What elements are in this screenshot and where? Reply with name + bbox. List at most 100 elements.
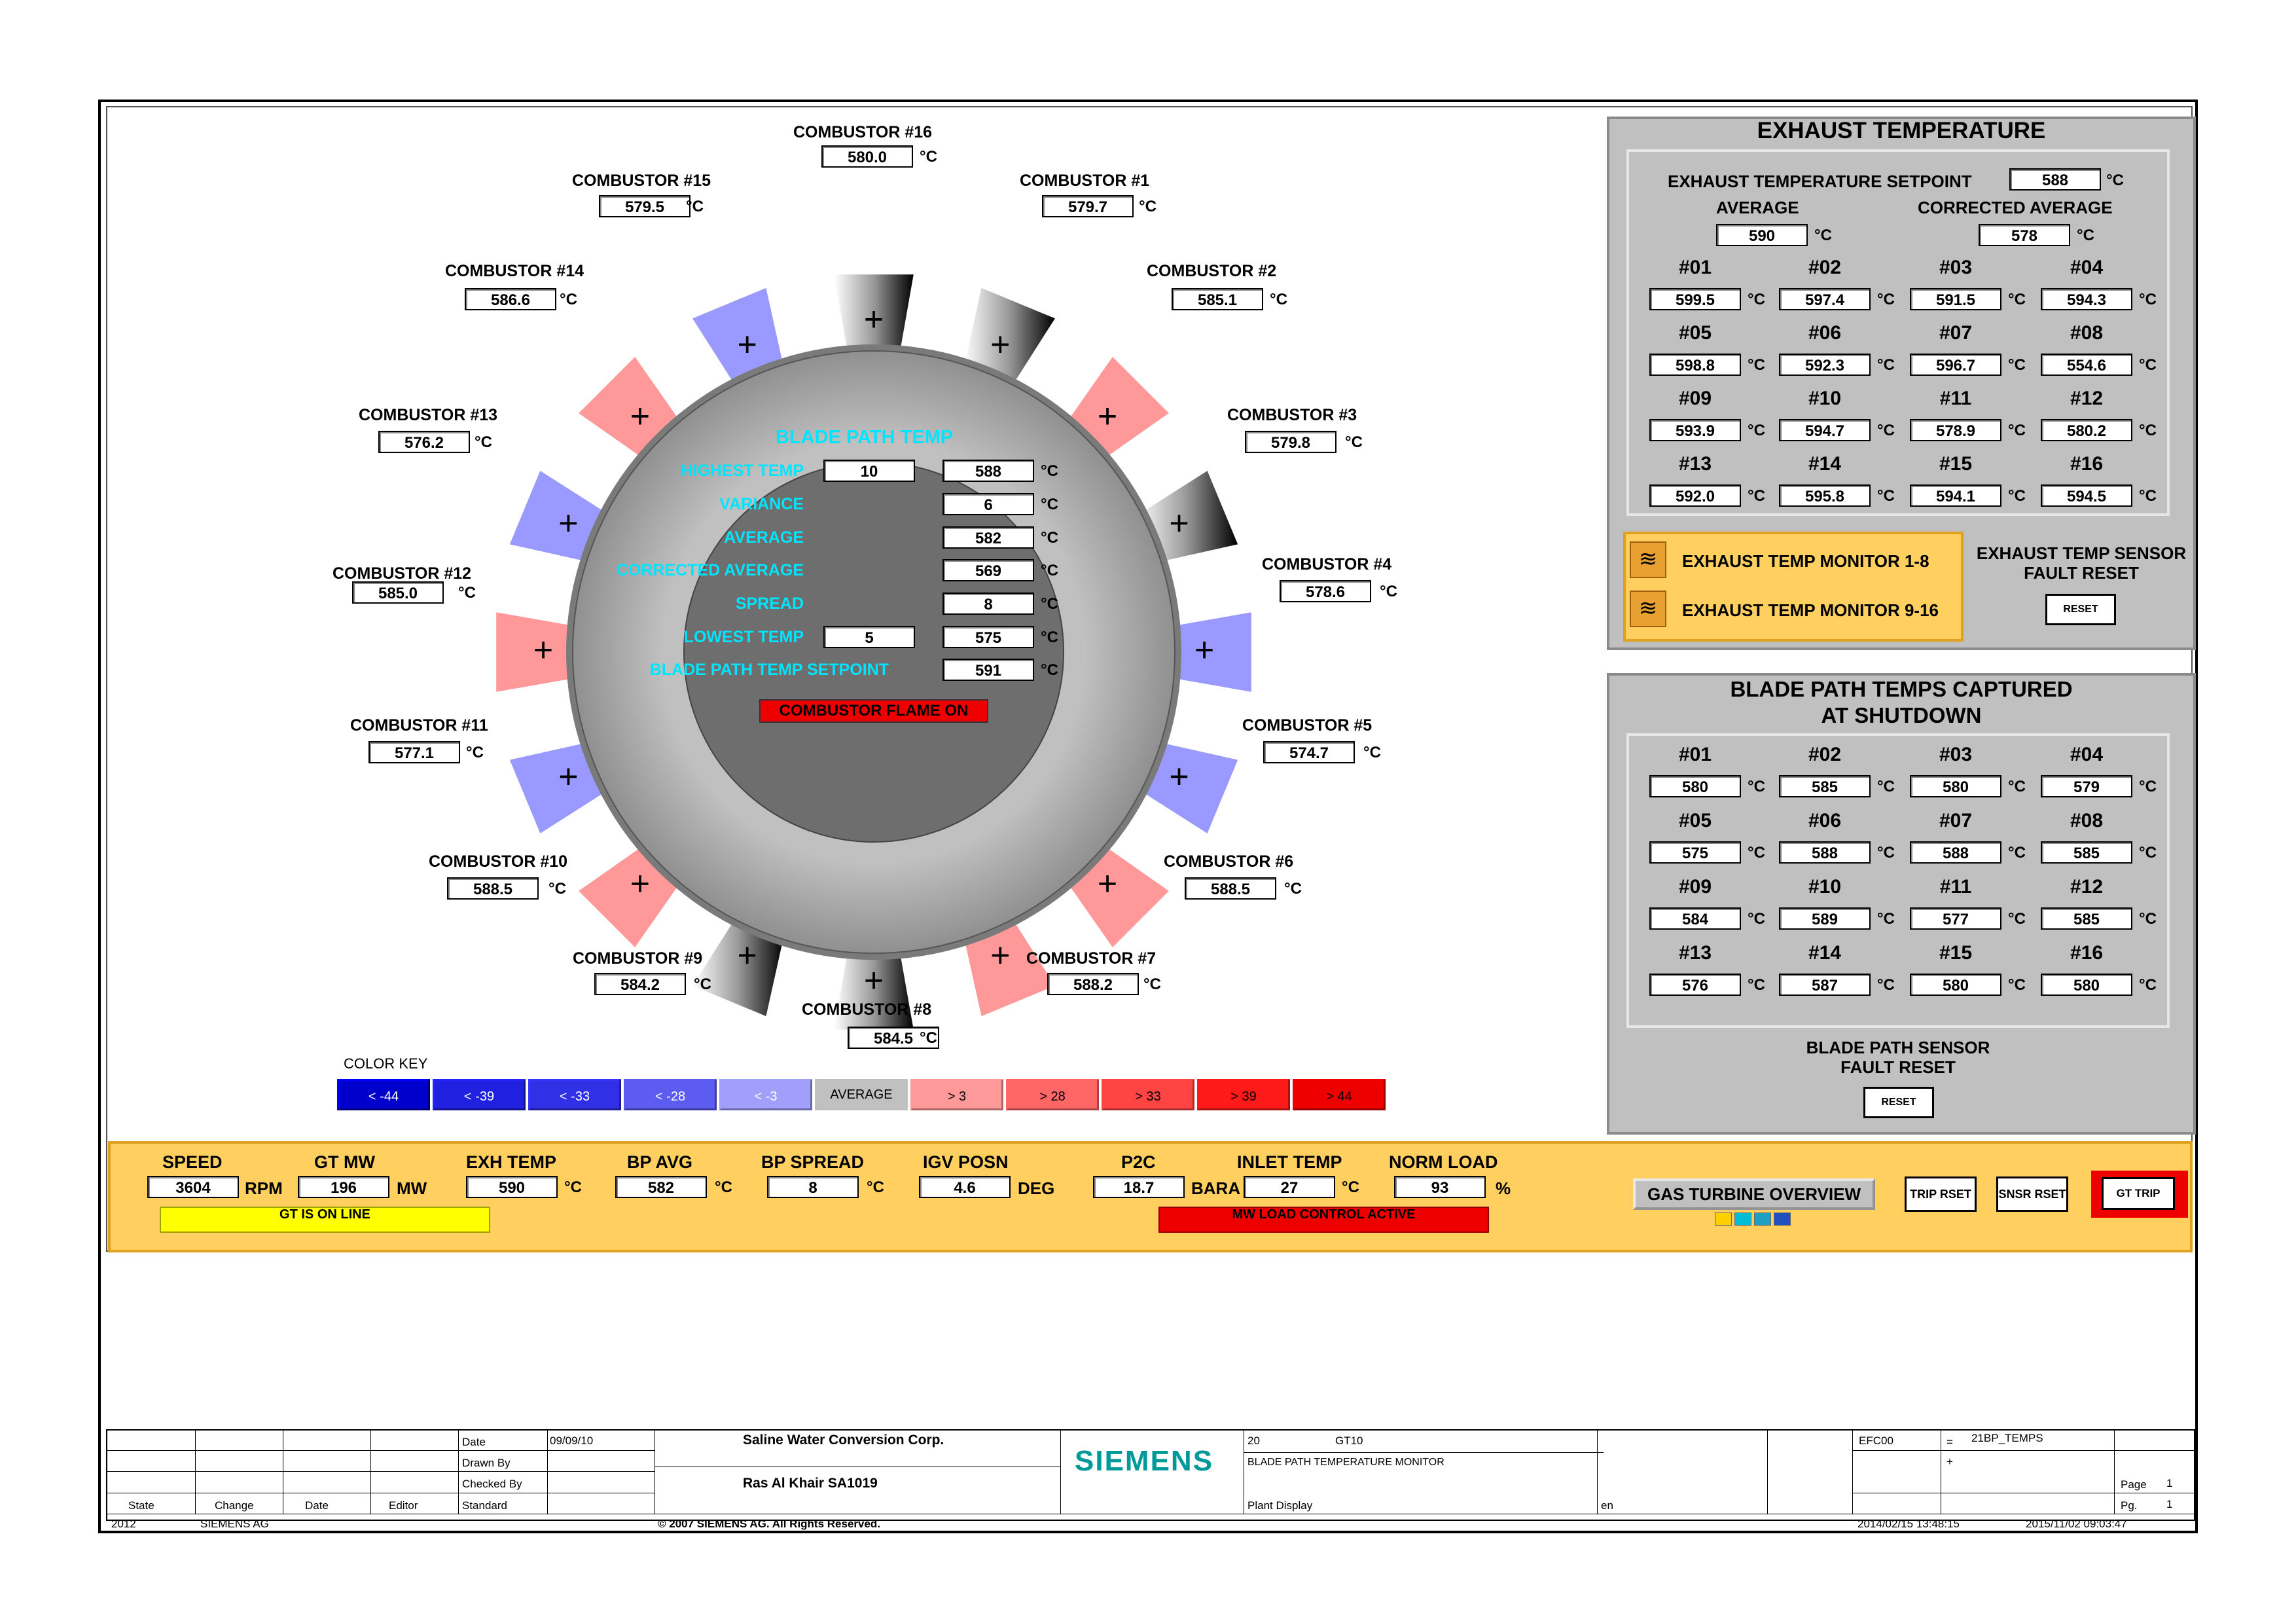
- channel-number: #09: [1678, 876, 1712, 898]
- channel-number: #16: [2070, 453, 2104, 475]
- crosshair-icon: +: [533, 631, 553, 669]
- spread-value: 8: [942, 593, 1034, 615]
- crosshair-icon: +: [1194, 631, 1214, 669]
- exhaust-average-label: AVERAGE: [1716, 198, 1799, 217]
- channel-number: #11: [1939, 876, 1972, 898]
- tb-change-label: Change: [215, 1499, 254, 1512]
- crosshair-icon: +: [558, 757, 578, 795]
- gt-mw-value: 196: [298, 1176, 389, 1198]
- igv-posn-unit: DEG: [1018, 1178, 1055, 1198]
- tb-plus: +: [1946, 1455, 1953, 1468]
- tb-drawn-label: Drawn By: [462, 1457, 511, 1469]
- combustor-label: COMBUSTOR #5: [1242, 716, 1372, 735]
- grid-line: [1852, 1450, 2195, 1451]
- channel-number: #05: [1678, 810, 1712, 831]
- channel-temp-value: 554.6: [2041, 354, 2132, 376]
- channel-temp-value: 591.5: [1910, 288, 2001, 310]
- nav-icon-teal[interactable]: [1754, 1213, 1771, 1226]
- igv-posn-value: 4.6: [919, 1176, 1011, 1198]
- channel-number: #08: [2070, 322, 2104, 344]
- exhaust-monitor-9-16-button[interactable]: ≋ EXHAUST TEMP MONITOR 9-16: [1630, 587, 1957, 633]
- color-key-item: < -33: [528, 1079, 621, 1110]
- exhaust-title: EXHAUST TEMPERATURE: [1757, 118, 2046, 143]
- sensor-reset-button[interactable]: SNSR RSET: [1996, 1176, 2068, 1212]
- unit-c: °C: [2139, 778, 2157, 795]
- channel-number: #04: [2070, 257, 2104, 278]
- grid-line: [1244, 1452, 1604, 1453]
- unit-c: °C: [1748, 910, 1765, 928]
- norm-load-label: NORM LOAD: [1389, 1152, 1498, 1172]
- norm-load-unit: %: [1496, 1178, 1511, 1198]
- highest-temp-label: HIGHEST TEMP: [681, 462, 804, 480]
- exhaust-fault-label-1: EXHAUST TEMP SENSOR: [1976, 543, 2187, 563]
- unit-c: °C: [1877, 291, 1895, 308]
- tb-year: 2012: [111, 1518, 136, 1530]
- exhaust-monitor-1-8-button[interactable]: ≋ EXHAUST TEMP MONITOR 1-8: [1630, 538, 1957, 584]
- exhaust-fault-reset-button[interactable]: RESET: [2045, 594, 2116, 625]
- combustor-label: COMBUSTOR #14: [445, 262, 584, 280]
- tb-date-label: Date: [462, 1436, 486, 1448]
- combustor-label: COMBUSTOR #9: [573, 949, 703, 968]
- trip-reset-button[interactable]: TRIP RSET: [1905, 1176, 1977, 1212]
- crosshair-icon: +: [738, 937, 757, 975]
- blade-path-title: BLADE PATH TEMP: [776, 427, 954, 448]
- channel-number: #01: [1678, 257, 1712, 278]
- bp-sensor-fault-reset-button[interactable]: RESET: [1863, 1087, 1934, 1118]
- speed-label: SPEED: [162, 1152, 223, 1172]
- channel-number: #10: [1808, 388, 1842, 409]
- channel-temp-value: 592.3: [1779, 354, 1871, 376]
- tb-timestamp-2: 2015/11/02 09:03:47: [2026, 1518, 2127, 1530]
- grid-line: [458, 1429, 459, 1514]
- exh-temp-label: EXH TEMP: [466, 1152, 557, 1172]
- combustor-label: COMBUSTOR #13: [359, 406, 498, 424]
- color-key-item: > 3: [910, 1079, 1003, 1110]
- tb-site: Ras Al Khair SA1019: [743, 1476, 878, 1491]
- grid-line: [458, 1471, 655, 1472]
- crosshair-icon: +: [1098, 865, 1117, 903]
- color-key-item: AVERAGE: [815, 1079, 908, 1110]
- unit-c: °C: [1041, 629, 1058, 646]
- overview-nav-icons[interactable]: [1715, 1213, 1793, 1226]
- channel-temp-value: 585: [2041, 841, 2132, 864]
- unit-c: °C: [694, 976, 711, 993]
- combustor-label: COMBUSTOR #10: [429, 852, 568, 871]
- exhaust-setpoint-value: 588: [2009, 168, 2101, 191]
- gt-trip-button[interactable]: GT TRIP: [2091, 1171, 2188, 1218]
- monitor-icon: ≋: [1630, 541, 1666, 578]
- combustor-temp-value: 578.6: [1280, 580, 1371, 602]
- unit-c: °C: [2008, 778, 2026, 795]
- tb-pg-label: Pg.: [2121, 1499, 2138, 1512]
- color-key-item: < -44: [337, 1079, 430, 1110]
- channel-temp-value: 589: [1779, 907, 1871, 930]
- spread-label: SPREAD: [735, 594, 804, 613]
- unit-c: °C: [1748, 844, 1765, 862]
- nav-icon-blue[interactable]: [1774, 1213, 1791, 1226]
- channel-temp-value: 594.3: [2041, 288, 2132, 310]
- setpoint-label: BLADE PATH TEMP SETPOINT: [649, 661, 889, 679]
- gas-turbine-overview-button[interactable]: GAS TURBINE OVERVIEW: [1633, 1178, 1875, 1210]
- unit-c: °C: [2008, 291, 2026, 308]
- nav-icon-cyan[interactable]: [1734, 1213, 1751, 1226]
- unit-c: °C: [2008, 487, 2026, 505]
- unit-c: °C: [2008, 976, 2026, 994]
- combustor-label: COMBUSTOR #11: [350, 716, 488, 735]
- channel-temp-value: 592.0: [1649, 484, 1741, 507]
- unit-c: °C: [1284, 880, 1302, 898]
- unit-c: °C: [2008, 356, 2026, 374]
- lowest-temp-label: LOWEST TEMP: [683, 628, 804, 646]
- crosshair-icon: +: [738, 325, 757, 363]
- bp-average-value: 582: [942, 526, 1034, 549]
- siemens-logo: SIEMENS: [1075, 1445, 1214, 1477]
- unit-c: °C: [564, 1178, 582, 1196]
- p2c-value: 18.7: [1093, 1176, 1185, 1198]
- channel-number: #05: [1678, 322, 1712, 344]
- channel-temp-value: 587: [1779, 974, 1871, 996]
- nav-icon-yellow[interactable]: [1715, 1213, 1732, 1226]
- exhaust-corrected-label: CORRECTED AVERAGE: [1918, 198, 2113, 217]
- unit-c: °C: [2139, 844, 2157, 862]
- unit-c: °C: [1814, 227, 1832, 244]
- combustor-temp-value: 576.2: [378, 431, 470, 453]
- combustor-temp-value: 580.0: [821, 145, 913, 168]
- channel-temp-value: 580: [2041, 974, 2132, 996]
- inlet-temp-value: 27: [1244, 1176, 1335, 1198]
